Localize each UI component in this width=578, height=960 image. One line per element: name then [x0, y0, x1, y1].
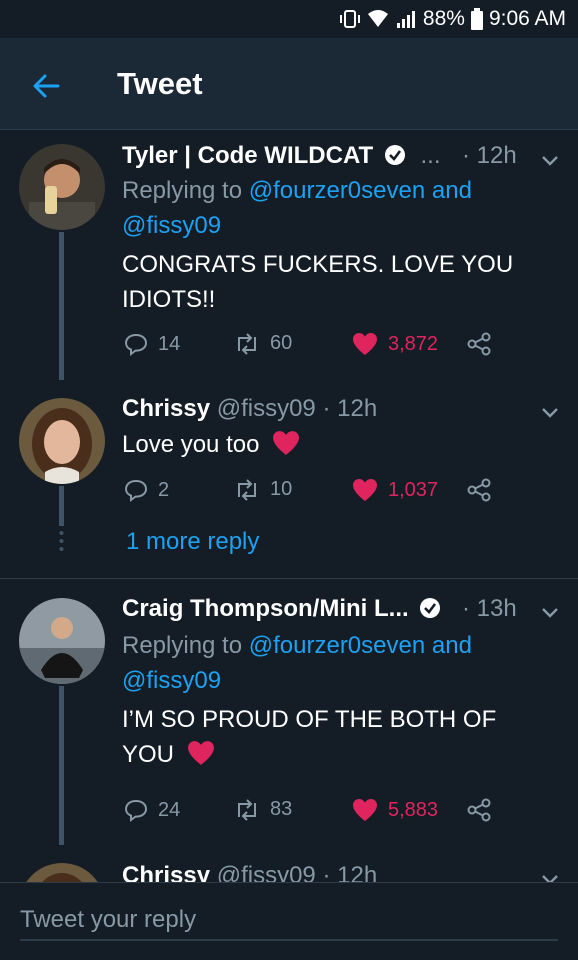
- retweet-icon: [238, 478, 256, 501]
- timestamp: 13h: [476, 595, 517, 622]
- mention-link[interactable]: @fissy09: [122, 212, 221, 239]
- chevron-down-icon[interactable]: [538, 148, 562, 172]
- avatar[interactable]: [19, 598, 105, 684]
- retweet-button[interactable]: 83: [234, 798, 292, 821]
- heart-icon: [353, 333, 377, 355]
- share-button[interactable]: [466, 332, 492, 356]
- display-name[interactable]: Craig Thompson/Mini L...: [122, 595, 409, 622]
- retweet-icon: [238, 332, 256, 355]
- wifi-icon: [367, 9, 389, 29]
- clock: 9:06 AM: [488, 7, 566, 30]
- share-icon: [467, 332, 491, 356]
- red-heart-emoji-icon: [272, 430, 300, 466]
- share-button[interactable]: [466, 798, 492, 822]
- chevron-down-icon[interactable]: [538, 600, 562, 624]
- like-button[interactable]: 5,883: [352, 798, 438, 822]
- tweet-craig[interactable]: Craig Thompson/Mini L... · 13h Replying …: [0, 580, 578, 845]
- reply-icon: [124, 333, 148, 356]
- share-button[interactable]: [466, 478, 492, 502]
- retweet-icon: [238, 798, 256, 821]
- back-arrow-icon[interactable]: [30, 70, 62, 102]
- app-header: Tweet: [0, 38, 578, 130]
- avatar[interactable]: [19, 398, 105, 484]
- like-count: 3,872: [388, 332, 439, 355]
- replying-to: Replying to @fourzer0seven and @fissy09: [122, 632, 472, 694]
- reply-button[interactable]: 2: [124, 478, 169, 502]
- tweet-chrissy-partial[interactable]: Chrissy @fissy09 · 12h: [0, 845, 578, 882]
- like-button[interactable]: 1,037: [352, 478, 438, 502]
- page-title: Tweet: [117, 66, 203, 101]
- retweet-count: 83: [270, 798, 293, 820]
- thread-line: [59, 486, 64, 526]
- thread-dots: [59, 530, 64, 552]
- tweet-actions: 14 60 3,872: [122, 332, 562, 362]
- battery-icon: [470, 8, 483, 30]
- heart-icon: [353, 479, 377, 501]
- reply-count: 14: [158, 332, 181, 355]
- thread-line: [59, 686, 64, 845]
- tweet-chrissy-reply[interactable]: Chrissy @fissy09 · 12h Love you too 2 10…: [0, 380, 578, 580]
- battery-percent: 88%: [422, 7, 465, 30]
- tweet-time: · 12h: [462, 142, 517, 169]
- handle[interactable]: @fissy09: [217, 395, 316, 422]
- chevron-down-icon[interactable]: [538, 867, 562, 882]
- reply-count: 24: [158, 798, 181, 821]
- retweet-count: 10: [270, 478, 293, 500]
- mention-link[interactable]: @fourzer0seven: [249, 632, 425, 659]
- more-replies-link[interactable]: 1 more reply: [126, 528, 259, 556]
- signal-icon: [395, 9, 417, 29]
- tweet-actions: 2 10 1,037: [122, 478, 562, 508]
- timestamp: 12h: [337, 862, 378, 882]
- tweet-header: Chrissy @fissy09 · 12h: [122, 862, 377, 882]
- reply-icon: [124, 479, 148, 502]
- mention-link[interactable]: @fourzer0seven: [249, 177, 425, 204]
- avatar[interactable]: [19, 144, 105, 230]
- thread-line: [59, 232, 64, 380]
- like-count: 1,037: [388, 478, 439, 501]
- reply-count: 2: [158, 478, 170, 501]
- timestamp: 12h: [476, 142, 517, 169]
- tweet-text: Love you too: [122, 427, 542, 466]
- tweet-tyler[interactable]: Tyler | Code WILDCAT ... · 12h Replying …: [0, 130, 578, 380]
- share-icon: [467, 478, 491, 502]
- reply-input[interactable]: [20, 901, 558, 941]
- red-heart-emoji-icon: [187, 740, 215, 776]
- tweet-text: I’M SO PROUD OF THE BOTH OF YOU: [122, 702, 542, 776]
- replying-to: Replying to @fourzer0seven and @fissy09: [122, 177, 472, 239]
- like-count: 5,883: [388, 798, 439, 821]
- retweet-button[interactable]: 10: [234, 478, 292, 501]
- verified-badge-icon: [384, 144, 406, 173]
- tweet-header: Tyler | Code WILDCAT ...: [122, 142, 441, 173]
- mention-link[interactable]: @fissy09: [122, 667, 221, 694]
- reply-icon: [124, 799, 148, 822]
- reply-button[interactable]: 24: [124, 798, 180, 822]
- tweet-actions: 24 83 5,883: [122, 798, 562, 828]
- reply-button[interactable]: 14: [124, 332, 180, 356]
- tweet-time: · 13h: [462, 595, 517, 622]
- tweet-text: CONGRATS FUCKERS. LOVE YOU IDIOTS!!: [122, 251, 514, 313]
- avatar[interactable]: [19, 863, 105, 882]
- name-truncation: ...: [420, 142, 441, 169]
- retweet-count: 60: [270, 332, 293, 354]
- chevron-down-icon[interactable]: [538, 400, 562, 424]
- verified-badge-icon: [419, 597, 441, 626]
- vibrate-icon: [339, 8, 361, 30]
- display-name[interactable]: Chrissy: [122, 395, 210, 422]
- retweet-button[interactable]: 60: [234, 332, 292, 355]
- status-bar: 88% 9:06 AM: [0, 0, 578, 38]
- divider: [0, 578, 578, 579]
- timestamp: 12h: [337, 395, 378, 422]
- like-button[interactable]: 3,872: [352, 332, 438, 356]
- display-name[interactable]: Chrissy: [122, 862, 210, 882]
- reply-bar: [0, 882, 578, 960]
- heart-icon: [353, 799, 377, 821]
- handle[interactable]: @fissy09: [217, 862, 316, 882]
- tweet-header: Craig Thompson/Mini L...: [122, 595, 441, 626]
- display-name[interactable]: Tyler | Code WILDCAT: [122, 142, 373, 169]
- share-icon: [467, 798, 491, 822]
- tweet-header: Chrissy @fissy09 · 12h: [122, 395, 378, 422]
